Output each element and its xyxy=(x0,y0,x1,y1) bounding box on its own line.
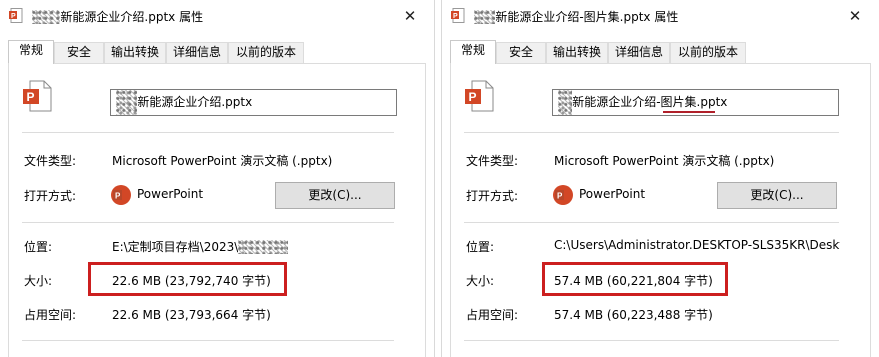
divider xyxy=(464,222,839,223)
location-text: E:\定制项目存档\2023\ xyxy=(112,240,239,254)
close-button[interactable]: ✕ xyxy=(400,6,420,26)
redacted-filename-prefix: xx xyxy=(558,90,573,115)
svg-text:P: P xyxy=(27,90,35,104)
svg-text:P: P xyxy=(557,192,563,201)
tab-strip: 常规 安全 输出转换 详细信息 以前的版本 xyxy=(8,40,426,64)
svg-text:P: P xyxy=(453,13,458,20)
close-button[interactable]: ✕ xyxy=(845,6,865,26)
svg-text:P: P xyxy=(469,90,477,104)
tab-security[interactable]: 安全 xyxy=(496,42,546,63)
window-title-text: 新能源企业介绍.pptx 属性 xyxy=(60,10,204,24)
divider xyxy=(22,222,394,223)
divider xyxy=(22,132,394,133)
file-type-label: 文件类型: xyxy=(24,154,77,168)
svg-text:P: P xyxy=(11,13,16,20)
size-on-disk-label: 占用空间: xyxy=(466,308,519,322)
file-type-value: Microsoft PowerPoint 演示文稿 (.pptx) xyxy=(554,154,775,168)
opens-with-app: PowerPoint xyxy=(579,187,646,201)
size-label: 大小: xyxy=(24,274,53,288)
pptx-file-icon: P xyxy=(451,8,465,23)
tab-details[interactable]: 详细信息 xyxy=(608,42,670,63)
divider xyxy=(464,340,839,341)
tab-output-conversion[interactable]: 输出转换 xyxy=(104,42,166,63)
pptx-large-file-icon: P xyxy=(465,80,494,112)
redacted-filename-prefix: xxx xyxy=(116,90,138,115)
filename-text: 新能源企业介绍-图片集.pptx xyxy=(572,95,728,109)
highlight-underline xyxy=(663,111,715,113)
redacted-filename-prefix: xxxx xyxy=(32,10,61,24)
window-title: xxx新能源企业介绍-图片集.pptx 属性 xyxy=(474,8,678,25)
tab-general[interactable]: 常规 xyxy=(8,40,54,64)
tab-security[interactable]: 安全 xyxy=(54,42,104,63)
svg-text:P: P xyxy=(115,192,121,201)
tab-strip: 常规 安全 输出转换 详细信息 以前的版本 xyxy=(450,40,871,64)
location-value: E:\定制项目存档\2023\xxxxxxx xyxy=(112,238,289,255)
opens-with-app: PowerPoint xyxy=(137,187,204,201)
opens-with-label: 打开方式: xyxy=(466,189,519,203)
size-on-disk-value: 57.4 MB (60,223,488 字节) xyxy=(554,308,713,322)
divider xyxy=(464,132,839,133)
powerpoint-app-icon: P xyxy=(553,185,573,205)
file-type-label: 文件类型: xyxy=(466,154,519,168)
change-button[interactable]: 更改(C)... xyxy=(717,182,837,209)
tab-previous-versions[interactable]: 以前的版本 xyxy=(670,42,746,63)
redacted-filename-prefix: xxx xyxy=(474,10,496,24)
opens-with-label: 打开方式: xyxy=(24,189,77,203)
properties-window-left: P xxxx新能源企业介绍.pptx 属性 ✕ 常规 安全 输出转换 详细信息 … xyxy=(0,0,435,357)
size-label: 大小: xyxy=(466,274,495,288)
tab-general[interactable]: 常规 xyxy=(450,40,496,64)
highlight-box-size xyxy=(542,262,728,296)
window-title-text: 新能源企业介绍-图片集.pptx 属性 xyxy=(495,10,679,24)
filename-field[interactable]: xxx新能源企业介绍.pptx xyxy=(110,89,397,116)
divider xyxy=(22,340,394,341)
tab-output-conversion[interactable]: 输出转换 xyxy=(546,42,608,63)
title-bar: P xxx新能源企业介绍-图片集.pptx 属性 ✕ xyxy=(442,0,879,32)
tab-details[interactable]: 详细信息 xyxy=(166,42,228,63)
title-bar: P xxxx新能源企业介绍.pptx 属性 ✕ xyxy=(0,0,434,32)
location-label: 位置: xyxy=(24,240,53,254)
window-title: xxxx新能源企业介绍.pptx 属性 xyxy=(32,8,203,25)
file-type-value: Microsoft PowerPoint 演示文稿 (.pptx) xyxy=(112,154,333,168)
properties-window-right: P xxx新能源企业介绍-图片集.pptx 属性 ✕ 常规 安全 输出转换 详细… xyxy=(441,0,879,357)
size-on-disk-value: 22.6 MB (23,793,664 字节) xyxy=(112,308,271,322)
powerpoint-app-icon: P xyxy=(111,185,131,205)
location-label: 位置: xyxy=(466,240,495,254)
pptx-file-icon: P xyxy=(9,8,23,23)
change-button[interactable]: 更改(C)... xyxy=(275,182,395,209)
filename-text: 新能源企业介绍.pptx xyxy=(137,95,253,109)
tab-previous-versions[interactable]: 以前的版本 xyxy=(228,42,304,63)
pptx-large-file-icon: P xyxy=(23,80,52,112)
redacted-folder: xxxxxxx xyxy=(238,240,289,254)
location-value: C:\Users\Administrator.DESKTOP-SLS35KR\D… xyxy=(554,238,840,252)
highlight-box-size xyxy=(88,262,287,296)
size-on-disk-label: 占用空间: xyxy=(24,308,77,322)
